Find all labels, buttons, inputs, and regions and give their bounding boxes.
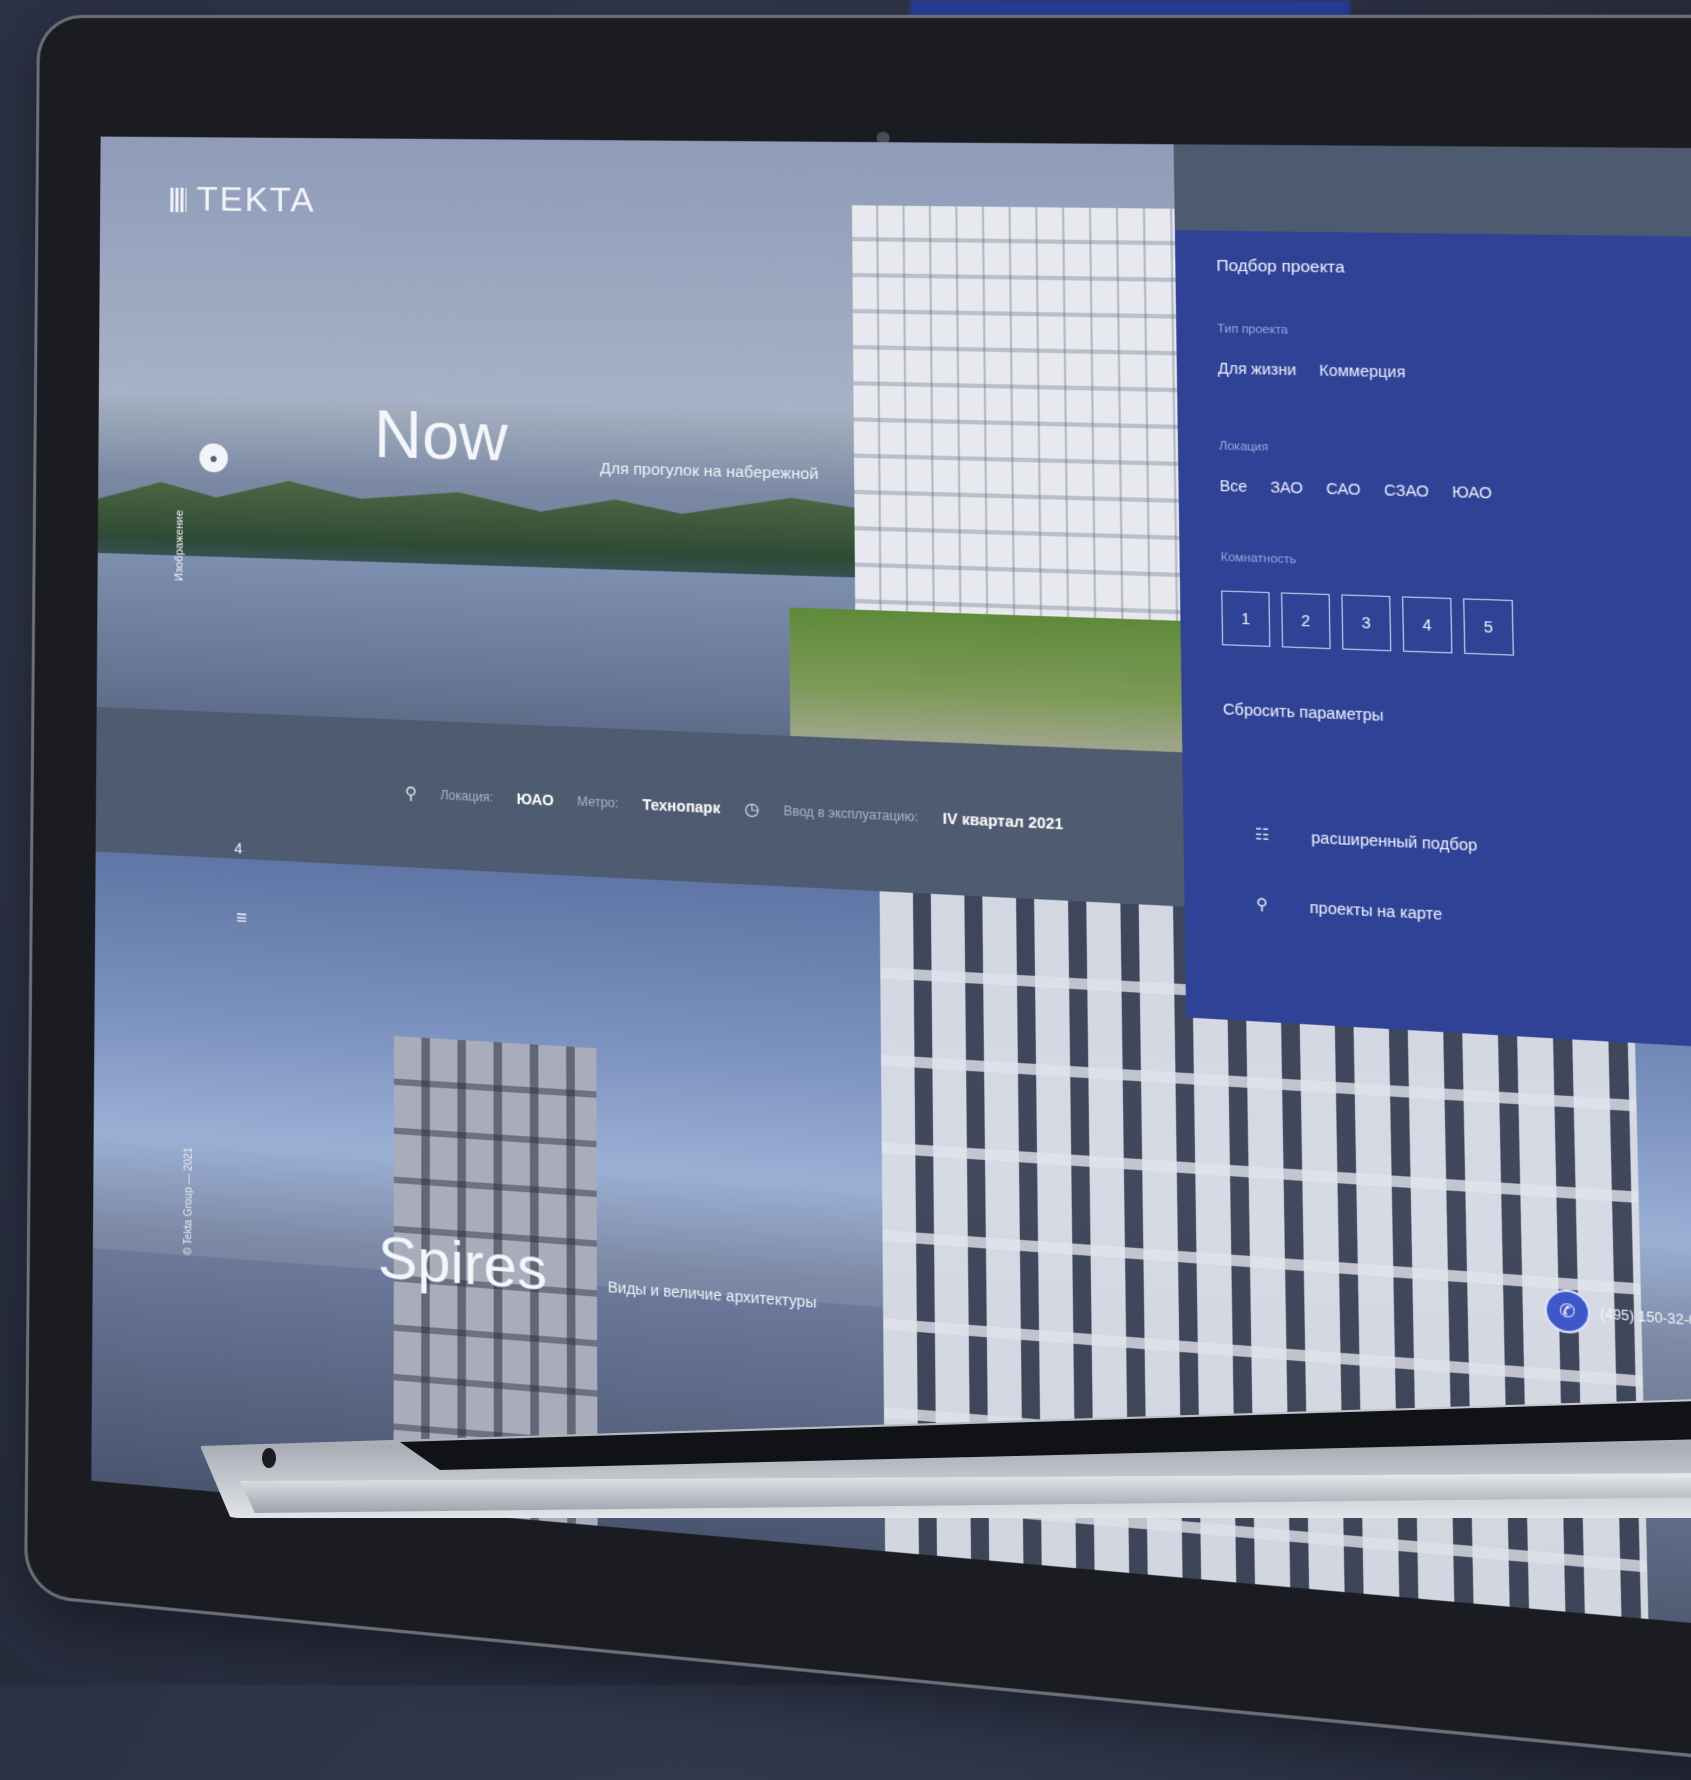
location-option[interactable]: ЮАО <box>1452 483 1492 502</box>
filter-icon: ☷ <box>1255 825 1270 844</box>
location-caption: Локация <box>1219 440 1691 467</box>
reset-filters-link[interactable]: Сбросить параметры <box>1223 700 1691 740</box>
location-option[interactable]: Все <box>1219 477 1247 495</box>
room-option[interactable]: 2 <box>1281 592 1331 649</box>
scroll-indicator-icon[interactable]: ● <box>199 443 228 473</box>
map-projects-link[interactable]: ⚲ проекты на карте <box>1226 893 1691 941</box>
logo-text: TEKTA <box>197 180 316 221</box>
phone-number[interactable]: (495) 150-32-01 <box>1600 1306 1691 1330</box>
location-option[interactable]: ЗАО <box>1270 478 1303 496</box>
laptop-port <box>262 1448 276 1468</box>
advanced-search-link[interactable]: ☷ расширенный подбор <box>1225 824 1691 870</box>
panel-title: Подбор проекта <box>1216 257 1345 277</box>
location-value: ЮАО <box>516 790 553 809</box>
rooms-caption: Комнатность <box>1221 551 1691 582</box>
location-option[interactable]: СЗАО <box>1384 481 1429 500</box>
room-option[interactable]: 5 <box>1463 598 1514 655</box>
room-option[interactable]: 3 <box>1341 594 1391 651</box>
type-option[interactable]: Для жизни <box>1218 359 1297 378</box>
panel-header: Подбор проекта ▾ ☰ <box>1216 254 1691 285</box>
type-options: Для жизни Коммерция <box>1218 359 1691 388</box>
completion-label: Ввод в эксплуатацию: <box>783 803 918 824</box>
metro-label: Метро: <box>577 794 618 811</box>
logo-mark-icon <box>170 187 186 212</box>
location-label: Локация: <box>440 788 493 805</box>
pin-icon: ⚲ <box>1256 895 1268 914</box>
menu-icon[interactable]: ≡ <box>236 907 247 930</box>
type-caption: Тип проекта <box>1217 323 1691 346</box>
metro-value: Технопарк <box>642 796 720 817</box>
phone-icon[interactable]: ✆ <box>1544 1288 1591 1335</box>
copyright: © Tekta Group — 2021 <box>183 1147 195 1256</box>
logo[interactable]: TEKTA <box>170 180 315 221</box>
hero-lawn <box>789 607 1182 752</box>
room-option[interactable]: 1 <box>1221 590 1270 647</box>
room-option[interactable]: 4 <box>1402 596 1452 653</box>
project-filter-panel: Подбор проекта ▾ ☰ Тип проекта Для жизни… <box>1175 230 1691 1055</box>
project-subtitle: Для прогулок на набережной <box>600 460 819 484</box>
hero-now[interactable]: TEKTA ● Изображение Now Для прогулок на … <box>97 137 1183 753</box>
location-option[interactable]: САО <box>1326 480 1361 498</box>
project-title-spires[interactable]: Spires <box>378 1221 547 1303</box>
map-projects-label: проекты на карте <box>1310 898 1443 923</box>
rooms-selector: 1 2 3 4 5 <box>1221 590 1691 665</box>
side-label: Изображение <box>173 499 186 582</box>
type-option[interactable]: Коммерция <box>1319 361 1405 380</box>
completion-value: IV квартал 2021 <box>943 810 1064 833</box>
slide-number: 4 <box>234 840 242 857</box>
laptop-mockup: TEKTA ● Изображение Now Для прогулок на … <box>40 18 1691 1618</box>
project-title[interactable]: Now <box>374 396 508 476</box>
location-options: Все ЗАО САО СЗАО ЮАО <box>1219 477 1691 510</box>
advanced-search-label: расширенный подбор <box>1311 828 1477 854</box>
clock-icon: ◷ <box>744 798 759 820</box>
pin-icon: ⚲ <box>405 783 417 805</box>
